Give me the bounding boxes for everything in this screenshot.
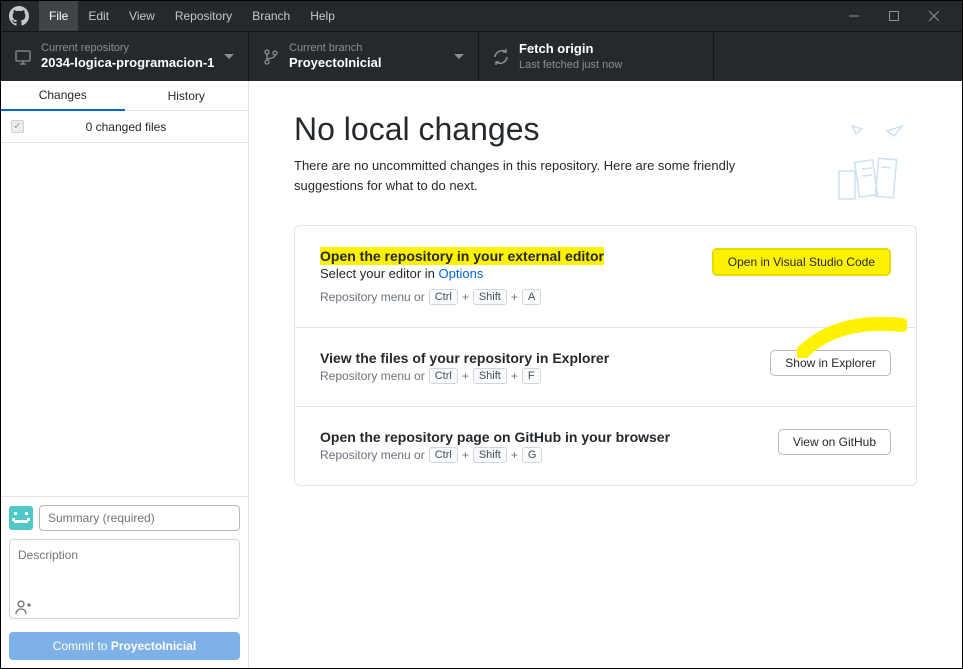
commit-button[interactable]: Commit to ProyectoInicial [9, 632, 240, 660]
window-maximize[interactable] [874, 1, 914, 31]
show-in-explorer-button[interactable]: Show in Explorer [770, 350, 891, 376]
desktop-icon [15, 49, 31, 65]
fetch-origin-button[interactable]: Fetch origin Last fetched just now [479, 32, 714, 81]
menubar: File Edit View Repository Branch Help [1, 1, 962, 31]
menu-branch[interactable]: Branch [242, 1, 300, 31]
card-open-editor: Open the repository in your external edi… [295, 226, 916, 328]
git-branch-icon [263, 49, 279, 65]
window-close[interactable] [914, 1, 954, 31]
card-hint: Repository menu or Ctrl + Shift + F [320, 368, 770, 384]
current-repository-dropdown[interactable]: Current repository 2034-logica-programac… [1, 32, 249, 81]
menu-edit[interactable]: Edit [78, 1, 119, 31]
options-link[interactable]: Options [439, 266, 484, 281]
view-on-github-button[interactable]: View on GitHub [778, 429, 891, 455]
main-area: Changes History ✓ 0 changed files Commit… [1, 81, 962, 668]
summary-input[interactable] [39, 505, 240, 531]
chevron-down-icon [224, 54, 234, 60]
menu-file[interactable]: File [39, 1, 78, 31]
github-logo-icon [9, 6, 29, 26]
card-view-github: Open the repository page on GitHub in yo… [295, 407, 916, 485]
select-all-checkbox[interactable]: ✓ [11, 120, 24, 133]
menu-help[interactable]: Help [300, 1, 345, 31]
content-panel: No local changes There are no uncommitte… [249, 81, 962, 668]
suggestion-cards: Open the repository in your external edi… [294, 225, 917, 486]
card-subtitle: Select your editor in Options [320, 266, 712, 281]
tab-history[interactable]: History [125, 81, 249, 110]
branch-value: ProyectoInicial [289, 55, 448, 72]
card-hint: Repository menu or Ctrl + Shift + A [320, 289, 712, 305]
tab-changes[interactable]: Changes [1, 81, 125, 111]
add-coauthor-icon[interactable] [15, 599, 31, 618]
sync-icon [493, 49, 509, 65]
card-title: View the files of your repository in Exp… [320, 350, 609, 366]
card-title: Open the repository in your external edi… [320, 247, 604, 265]
avatar-icon [9, 506, 33, 530]
hero: No local changes There are no uncommitte… [294, 111, 917, 195]
fetch-label: Fetch origin [519, 41, 699, 58]
repo-label: Current repository [41, 41, 218, 55]
card-hint: Repository menu or Ctrl + Shift + G [320, 447, 778, 463]
fetch-value: Last fetched just now [519, 58, 699, 72]
sidebar-tabs: Changes History [1, 81, 248, 111]
changed-files-row: ✓ 0 changed files [1, 111, 248, 143]
menu-view[interactable]: View [119, 1, 165, 31]
open-in-vscode-button[interactable]: Open in Visual Studio Code [712, 248, 891, 276]
page-subtitle: There are no uncommitted changes in this… [294, 156, 794, 195]
card-show-explorer: View the files of your repository in Exp… [295, 328, 916, 407]
chevron-down-icon [454, 54, 464, 60]
sidebar: Changes History ✓ 0 changed files Commit… [1, 81, 249, 668]
commit-form: Commit to ProyectoInicial [1, 496, 248, 668]
changed-files-count: 0 changed files [34, 120, 238, 134]
window-minimize[interactable] [834, 1, 874, 31]
description-input[interactable] [9, 539, 240, 619]
decorative-illustration [827, 121, 917, 206]
card-title: Open the repository page on GitHub in yo… [320, 429, 670, 445]
repo-value: 2034-logica-programacion-1 [41, 55, 218, 72]
branch-label: Current branch [289, 41, 448, 55]
page-title: No local changes [294, 111, 917, 148]
toolbar: Current repository 2034-logica-programac… [1, 31, 962, 81]
current-branch-dropdown[interactable]: Current branch ProyectoInicial [249, 32, 479, 81]
menu-repository[interactable]: Repository [165, 1, 242, 31]
